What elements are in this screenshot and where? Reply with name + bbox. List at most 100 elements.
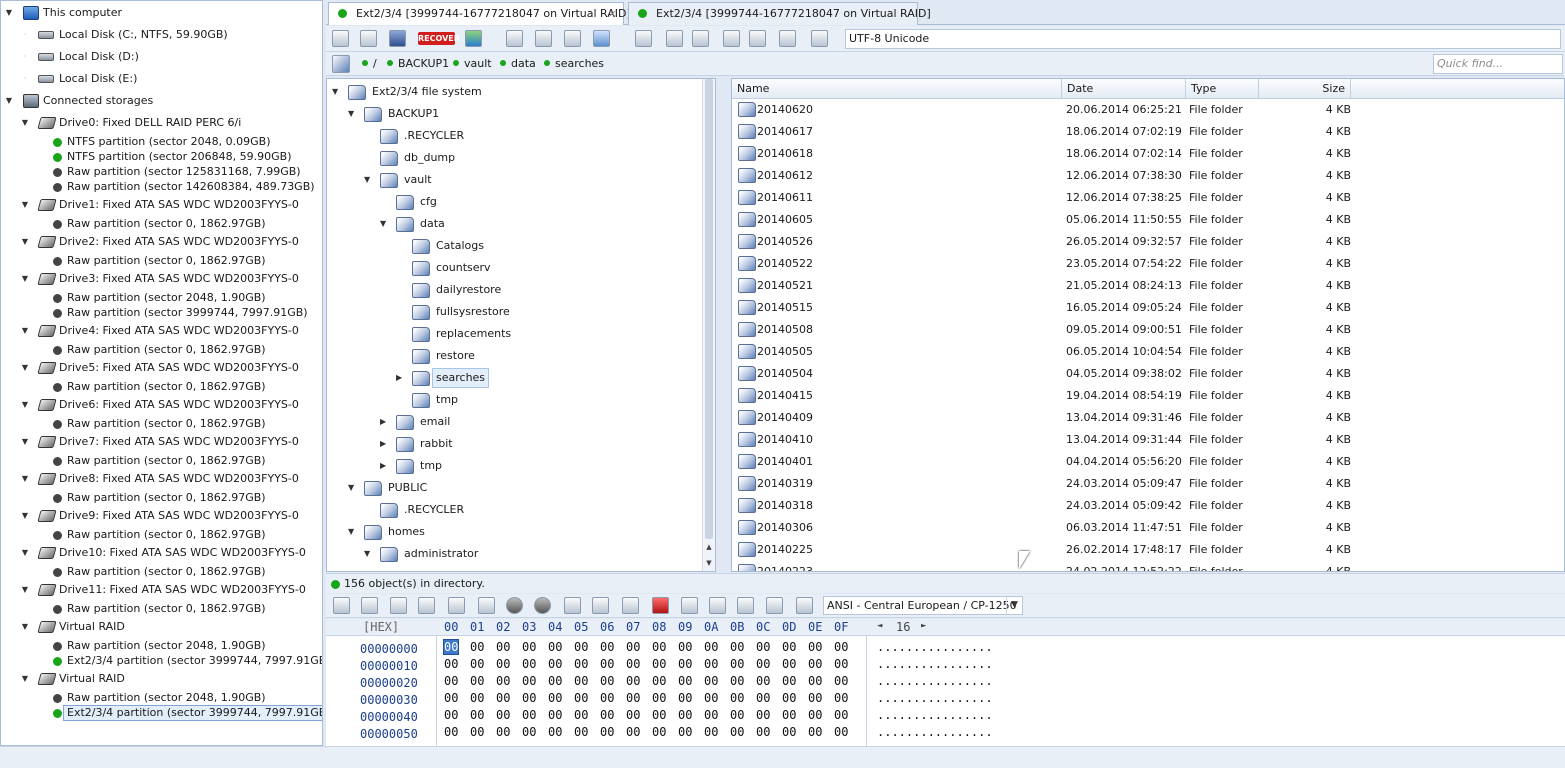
flag-icon[interactable] xyxy=(652,597,669,614)
file-list-row[interactable]: 20140526 26.05.2014 09:32:57 File folder 4 … xyxy=(732,231,1564,253)
hex-byte[interactable]: 00 xyxy=(652,640,666,654)
file-list-row[interactable]: 20140319 24.03.2014 05:09:47 File folder 4 … xyxy=(732,473,1564,495)
hex-byte[interactable]: 00 xyxy=(834,640,848,654)
hex-byte[interactable]: 00 xyxy=(574,708,588,722)
paste-icon[interactable] xyxy=(418,597,435,614)
hex-byte[interactable]: 00 xyxy=(600,691,614,705)
hex-byte[interactable]: 00 xyxy=(782,674,796,688)
expand-toggle-icon[interactable]: ▼ xyxy=(19,396,31,414)
expand-toggle-icon[interactable]: ▼ xyxy=(19,114,31,132)
hex-byte[interactable]: 00 xyxy=(704,657,718,671)
file-list-row[interactable]: 20140618 18.06.2014 07:02:14 File folder 4 … xyxy=(732,143,1564,165)
hex-byte[interactable]: 00 xyxy=(782,708,796,722)
hex-byte[interactable]: 00 xyxy=(730,674,744,688)
hex-byte[interactable]: 00 xyxy=(808,640,822,654)
column-name-header[interactable]: Name xyxy=(732,79,1062,99)
hex-byte[interactable]: 00 xyxy=(652,657,666,671)
hex-byte[interactable]: 00 xyxy=(600,708,614,722)
scroll-up-icon[interactable]: ▲ xyxy=(703,543,715,551)
chevron-down-icon[interactable]: ▼ xyxy=(348,521,354,543)
hex-byte[interactable]: 00 xyxy=(704,674,718,688)
hex-byte[interactable]: 00 xyxy=(756,657,770,671)
settings-icon[interactable] xyxy=(666,30,683,47)
tab-ext-partition-1[interactable]: Ext2/3/4 [3999744-16777218047 on Virtual… xyxy=(328,2,631,25)
width-prev-icon[interactable]: ◄ xyxy=(877,621,882,631)
hex-byte[interactable]: 00 xyxy=(444,725,458,739)
hex-byte[interactable]: 00 xyxy=(730,657,744,671)
hex-byte[interactable]: 00 xyxy=(444,708,458,722)
hex-byte[interactable]: 00 xyxy=(470,657,484,671)
checklist-icon[interactable] xyxy=(360,30,377,47)
hex-byte[interactable]: 00 xyxy=(808,691,822,705)
scroll-thumb[interactable] xyxy=(705,79,713,539)
hex-byte[interactable]: 00 xyxy=(522,708,536,722)
hex-byte[interactable]: 00 xyxy=(496,657,510,671)
hex-byte[interactable]: 00 xyxy=(782,691,796,705)
copy-icon[interactable] xyxy=(390,597,407,614)
export-icon[interactable] xyxy=(779,30,796,47)
hex-byte[interactable]: 00 xyxy=(678,691,692,705)
column-size-header[interactable]: Size xyxy=(1259,79,1351,99)
width-next-icon[interactable]: ► xyxy=(921,621,926,631)
hex-byte[interactable]: 00 xyxy=(626,674,640,688)
file-list-row[interactable]: 20140225 26.02.2014 17:48:17 File folder 4 … xyxy=(732,539,1564,561)
file-list-row[interactable]: 20140415 19.04.2014 08:54:19 File folder 4 … xyxy=(732,385,1564,407)
hex-byte[interactable]: 00 xyxy=(574,725,588,739)
file-list-row[interactable]: 20140522 23.05.2014 07:54:22 File folder 4 … xyxy=(732,253,1564,275)
file-list-row[interactable]: 20140620 20.06.2014 06:25:21 File folder 4 … xyxy=(732,99,1564,121)
hex-byte[interactable]: 00 xyxy=(496,640,510,654)
recover-button[interactable]: RECOVER xyxy=(418,32,460,45)
breadcrumb-vault[interactable]: vault xyxy=(453,57,492,71)
refresh-icon[interactable] xyxy=(766,597,783,614)
chevron-right-icon[interactable]: ▶ xyxy=(380,411,386,433)
hex-byte[interactable]: 00 xyxy=(652,691,666,705)
column-date-header[interactable]: Date xyxy=(1062,79,1186,99)
goto-icon[interactable] xyxy=(564,597,581,614)
file-list-row[interactable]: 20140401 04.04.2014 05:56:20 File folder 4 … xyxy=(732,451,1564,473)
expand-toggle-icon[interactable]: ▼ xyxy=(3,92,15,110)
chevron-down-icon[interactable]: ▼ xyxy=(332,81,338,103)
hex-byte[interactable]: 00 xyxy=(730,708,744,722)
hex-byte[interactable]: 00 xyxy=(548,657,562,671)
tab-ext-partition-2[interactable]: Ext2/3/4 [3999744-16777218047 on Virtual… xyxy=(628,2,931,25)
hex-byte[interactable]: 00 xyxy=(652,708,666,722)
block-end-icon[interactable] xyxy=(622,597,639,614)
hex-byte[interactable]: 00 xyxy=(522,657,536,671)
file-list-row[interactable]: 20140605 05.06.2014 11:50:55 File folder 4 … xyxy=(732,209,1564,231)
hex-byte[interactable]: 00 xyxy=(704,691,718,705)
back-icon[interactable] xyxy=(506,597,523,614)
hex-byte[interactable]: 00 xyxy=(730,725,744,739)
hex-byte[interactable]: 00 xyxy=(756,640,770,654)
hex-byte[interactable]: 00 xyxy=(626,657,640,671)
hex-byte[interactable]: 00 xyxy=(808,725,822,739)
hex-byte[interactable]: 00 xyxy=(678,674,692,688)
hex-byte[interactable]: 00 xyxy=(548,674,562,688)
hex-byte[interactable]: 00 xyxy=(600,674,614,688)
view-icon[interactable] xyxy=(593,30,610,47)
find-icon[interactable] xyxy=(478,597,495,614)
hex-ascii[interactable]: ................ xyxy=(877,674,993,688)
hex-byte[interactable]: 00 xyxy=(444,674,458,688)
hex-byte[interactable]: 00 xyxy=(808,657,822,671)
expand-toggle-icon[interactable]: ▼ xyxy=(19,196,31,214)
hex-byte[interactable]: 00 xyxy=(496,708,510,722)
breadcrumb-backup1[interactable]: BACKUP1 xyxy=(387,57,449,71)
expand-toggle-icon[interactable]: ▼ xyxy=(19,581,31,599)
chevron-down-icon[interactable]: ▼ xyxy=(380,213,386,235)
expand-toggle-icon[interactable]: ▼ xyxy=(19,670,31,688)
expand-toggle-icon[interactable]: ▼ xyxy=(19,470,31,488)
breadcrumb-searches[interactable]: searches xyxy=(544,57,604,71)
save-icon[interactable] xyxy=(332,30,349,47)
chevron-down-icon[interactable]: ▼ xyxy=(348,103,354,125)
block-start-icon[interactable] xyxy=(592,597,609,614)
fill-icon[interactable] xyxy=(737,597,754,614)
hex-byte[interactable]: 00 xyxy=(600,640,614,654)
expand-toggle-icon[interactable]: ▼ xyxy=(19,433,31,451)
expand-toggle-icon[interactable]: ▼ xyxy=(3,4,15,22)
expand-toggle-icon[interactable]: ▼ xyxy=(19,322,31,340)
file-list-row[interactable]: 20140223 24.02.2014 12:52:22 File folder 4 … xyxy=(732,561,1564,571)
file-list-row[interactable]: 20140508 09.05.2014 09:00:51 File folder 4 … xyxy=(732,319,1564,341)
save-icon[interactable] xyxy=(333,597,350,614)
hex-byte[interactable]: 00 xyxy=(442,639,460,655)
hex-byte[interactable]: 00 xyxy=(704,640,718,654)
